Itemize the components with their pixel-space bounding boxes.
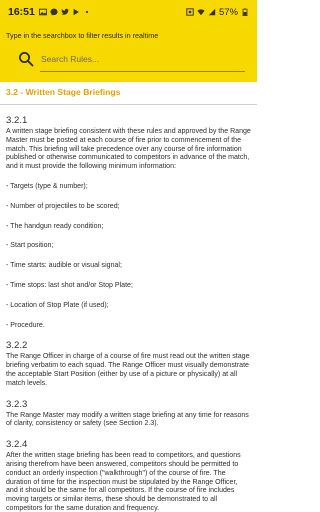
section-title: 3.2 - Written Stage Briefings (6, 87, 121, 97)
twitter-icon (61, 8, 69, 15)
rule-number: 3.2.4 (6, 439, 28, 451)
screenshot-icon (186, 8, 194, 16)
rule-text: After the written stage briefing has bee… (6, 452, 241, 512)
wifi-icon (197, 9, 205, 16)
notification-icons (38, 8, 91, 16)
rule-text: The Range Officer in charge of a course … (6, 353, 250, 387)
messenger-icon (50, 8, 58, 16)
rule-text: The Range Master may modify a written st… (6, 411, 249, 428)
rule-list-item: - Start position; (6, 242, 54, 250)
rule-list-item: - Location of Stop Plate (if used); (6, 301, 109, 309)
status-bar: 16:51 57% (0, 0, 257, 24)
search-hint: Type in the searchbox to filter results … (6, 31, 159, 40)
search-header: Type in the searchbox to filter results … (0, 24, 257, 82)
dot-icon (85, 10, 88, 14)
system-icons: 57% (186, 7, 249, 18)
play-store-icon (73, 8, 79, 16)
rule-list-item: - Number of projectiles to be scored; (6, 202, 120, 210)
status-time: 16:51 (8, 6, 35, 18)
image-icon (38, 8, 47, 16)
battery-percentage: 57% (218, 6, 238, 18)
search-box[interactable] (18, 48, 246, 70)
rule-list-item: - The handgun ready condition; (6, 222, 104, 230)
rules-content[interactable]: 3.2 - Written Stage Briefings 3.2.1 A wri… (0, 82, 257, 512)
search-icon (19, 52, 34, 67)
rule-text: A written stage briefing consistent with… (6, 128, 251, 171)
rules-list: 3.2.1 A written stage briefing consistent… (6, 115, 251, 512)
section-divider (0, 104, 257, 105)
rule-number: 3.2.1 (6, 115, 28, 126)
signal-icon (208, 8, 216, 16)
rule-list-item: - Targets (type & number); (6, 182, 88, 190)
rule-list-item: - Time stops: last shot and/or Stop Plat… (6, 281, 133, 289)
battery-icon (242, 8, 248, 16)
rule-number: 3.2.2 (6, 340, 28, 352)
search-underline (40, 71, 245, 72)
search-input[interactable] (41, 54, 241, 64)
rule-number: 3.2.3 (6, 398, 28, 410)
rule-list-item: - Procedure. (6, 321, 45, 329)
rule-list-item: - Time starts: audible or visual signal; (6, 262, 122, 270)
